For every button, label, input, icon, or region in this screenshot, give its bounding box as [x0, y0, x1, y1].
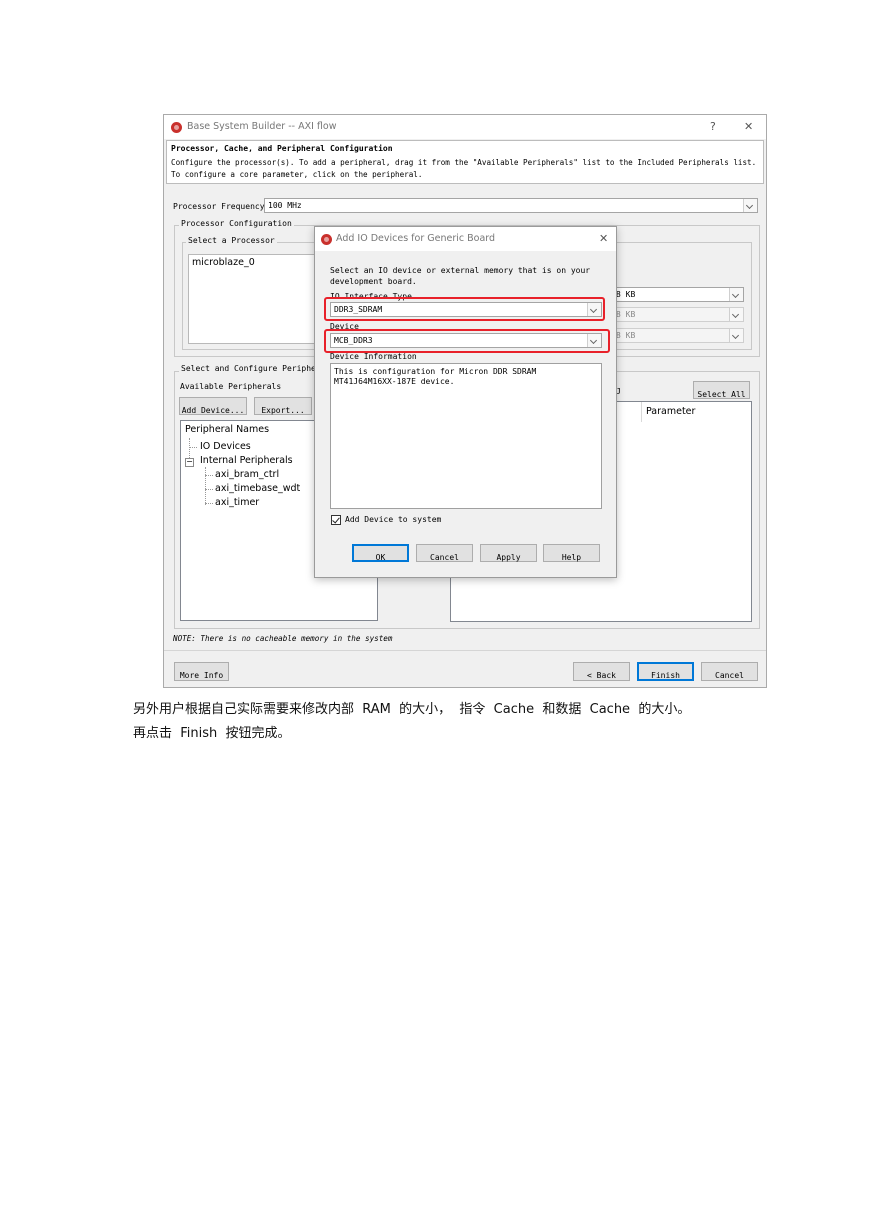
help-icon[interactable]: ? [710, 120, 716, 133]
window-titlebar: Base System Builder -- AXI flow ? ✕ [164, 115, 766, 139]
caption-line-1: 另外用户根据自己实际需要来修改内部 RAM 的大小， 指令 Cache 和数据 … [133, 702, 691, 717]
add-io-devices-dialog: Add IO Devices for Generic Board ✕ Selec… [314, 226, 617, 578]
header-description-1: Configure the processor(s). To add a per… [171, 158, 757, 167]
more-info-button[interactable]: More Info [174, 662, 229, 681]
processor-frequency-value: 100 MHz [268, 201, 302, 210]
tree-item-axi-bram-ctrl[interactable]: axi_bram_ctrl [215, 469, 279, 480]
dialog-instruction-2: development board. [330, 277, 417, 286]
parameter-column-header: Parameter [646, 406, 696, 417]
ok-button[interactable]: OK [352, 544, 409, 562]
help-button[interactable]: Help [543, 544, 600, 562]
processor-list-item[interactable]: microblaze_0 [192, 257, 255, 268]
select-configure-legend: Select and Configure Periphera [179, 364, 328, 373]
tree-connector [205, 475, 213, 476]
export-button[interactable]: Export... [254, 397, 312, 415]
cancel-button[interactable]: Cancel [701, 662, 758, 681]
device-information-line-1: This is configuration for Micron DDR SDR… [334, 367, 537, 376]
tree-item-axi-timebase-wdt[interactable]: axi_timebase_wdt [215, 483, 300, 494]
chevron-down-icon [743, 199, 757, 212]
help-button-label: Help [561, 553, 582, 562]
finish-button[interactable]: Finish [637, 662, 694, 681]
processor-configuration-legend: Processor Configuration [179, 219, 294, 228]
tree-item-axi-timer[interactable]: axi_timer [215, 497, 259, 508]
column-divider [641, 402, 642, 422]
dialog-instruction-1: Select an IO device or external memory t… [330, 266, 591, 275]
processor-listbox[interactable]: microblaze_0 [188, 254, 318, 344]
ok-button-label: OK [375, 553, 386, 562]
dcache-size-value: 8 KB [616, 331, 636, 340]
apply-button[interactable]: Apply [480, 544, 537, 562]
footer-divider [164, 650, 766, 651]
dialog-titlebar: Add IO Devices for Generic Board ✕ [315, 227, 616, 251]
back-button[interactable]: < Back [573, 662, 630, 681]
device-information-box: This is configuration for Micron DDR SDR… [330, 363, 602, 509]
dialog-cancel-button-label: Cancel [430, 553, 459, 562]
device-information-label: Device Information [330, 352, 417, 361]
chevron-down-icon [729, 288, 743, 301]
cancel-button-label: Cancel [715, 671, 744, 680]
device-highlight [324, 329, 610, 353]
finish-button-label: Finish [651, 671, 680, 680]
header-description-2: To configure a core parameter, click on … [171, 170, 423, 179]
dcache-size-combo[interactable]: 8 KB [612, 328, 744, 343]
processor-frequency-label: Processor Frequency [173, 202, 265, 211]
dialog-cancel-button[interactable]: Cancel [416, 544, 473, 562]
close-icon[interactable]: ✕ [599, 232, 608, 245]
add-device-button[interactable]: Add Device... [179, 397, 247, 415]
add-to-system-checkbox[interactable] [331, 515, 341, 525]
tree-item-io-devices[interactable]: IO Devices [200, 441, 251, 452]
close-icon[interactable]: ✕ [744, 120, 753, 133]
add-to-system-label: Add Device to system [345, 515, 442, 524]
tree-connector [205, 489, 213, 490]
xilinx-app-icon [321, 234, 332, 245]
back-button-label: < Back [587, 671, 616, 680]
export-button-label: Export... [261, 406, 305, 415]
cache-note: NOTE: There is no cacheable memory in th… [173, 634, 393, 643]
more-info-button-label: More Info [179, 671, 224, 680]
peripheral-names-header: Peripheral Names [185, 424, 270, 435]
icache-size-value: 8 KB [616, 310, 636, 319]
io-interface-type-highlight [324, 297, 605, 321]
apply-button-label: Apply [496, 553, 521, 562]
tree-item-internal-peripherals[interactable]: Internal Peripherals [200, 455, 293, 466]
add-device-button-label: Add Device... [181, 406, 245, 415]
tree-connector [205, 467, 206, 505]
dialog-title: Add IO Devices for Generic Board [336, 233, 496, 244]
local-memory-size-combo[interactable]: 8 KB [612, 287, 744, 302]
local-memory-size-value: 8 KB [616, 290, 636, 299]
select-processor-legend: Select a Processor [186, 236, 277, 245]
processor-frequency-combo[interactable]: 100 MHz [264, 198, 758, 213]
chevron-down-icon [729, 329, 743, 342]
tree-connector [205, 503, 213, 504]
tree-connector [189, 447, 197, 448]
xilinx-app-icon [171, 122, 182, 133]
available-peripherals-label: Available Peripherals [180, 382, 282, 391]
chevron-down-icon [729, 308, 743, 321]
select-all-button-label: Select All [697, 390, 746, 399]
wizard-header: Processor, Cache, and Peripheral Configu… [166, 140, 764, 184]
select-all-button[interactable]: Select All [693, 381, 750, 399]
header-title: Processor, Cache, and Peripheral Configu… [171, 144, 393, 153]
collapse-icon[interactable]: − [185, 458, 194, 467]
caption-line-2: 再点击 Finish 按钮完成。 [133, 726, 291, 741]
icache-size-combo[interactable]: 8 KB [612, 307, 744, 322]
window-title: Base System Builder -- AXI flow [187, 121, 337, 132]
device-information-line-2: MT41J64M16XX-187E device. [334, 377, 455, 386]
